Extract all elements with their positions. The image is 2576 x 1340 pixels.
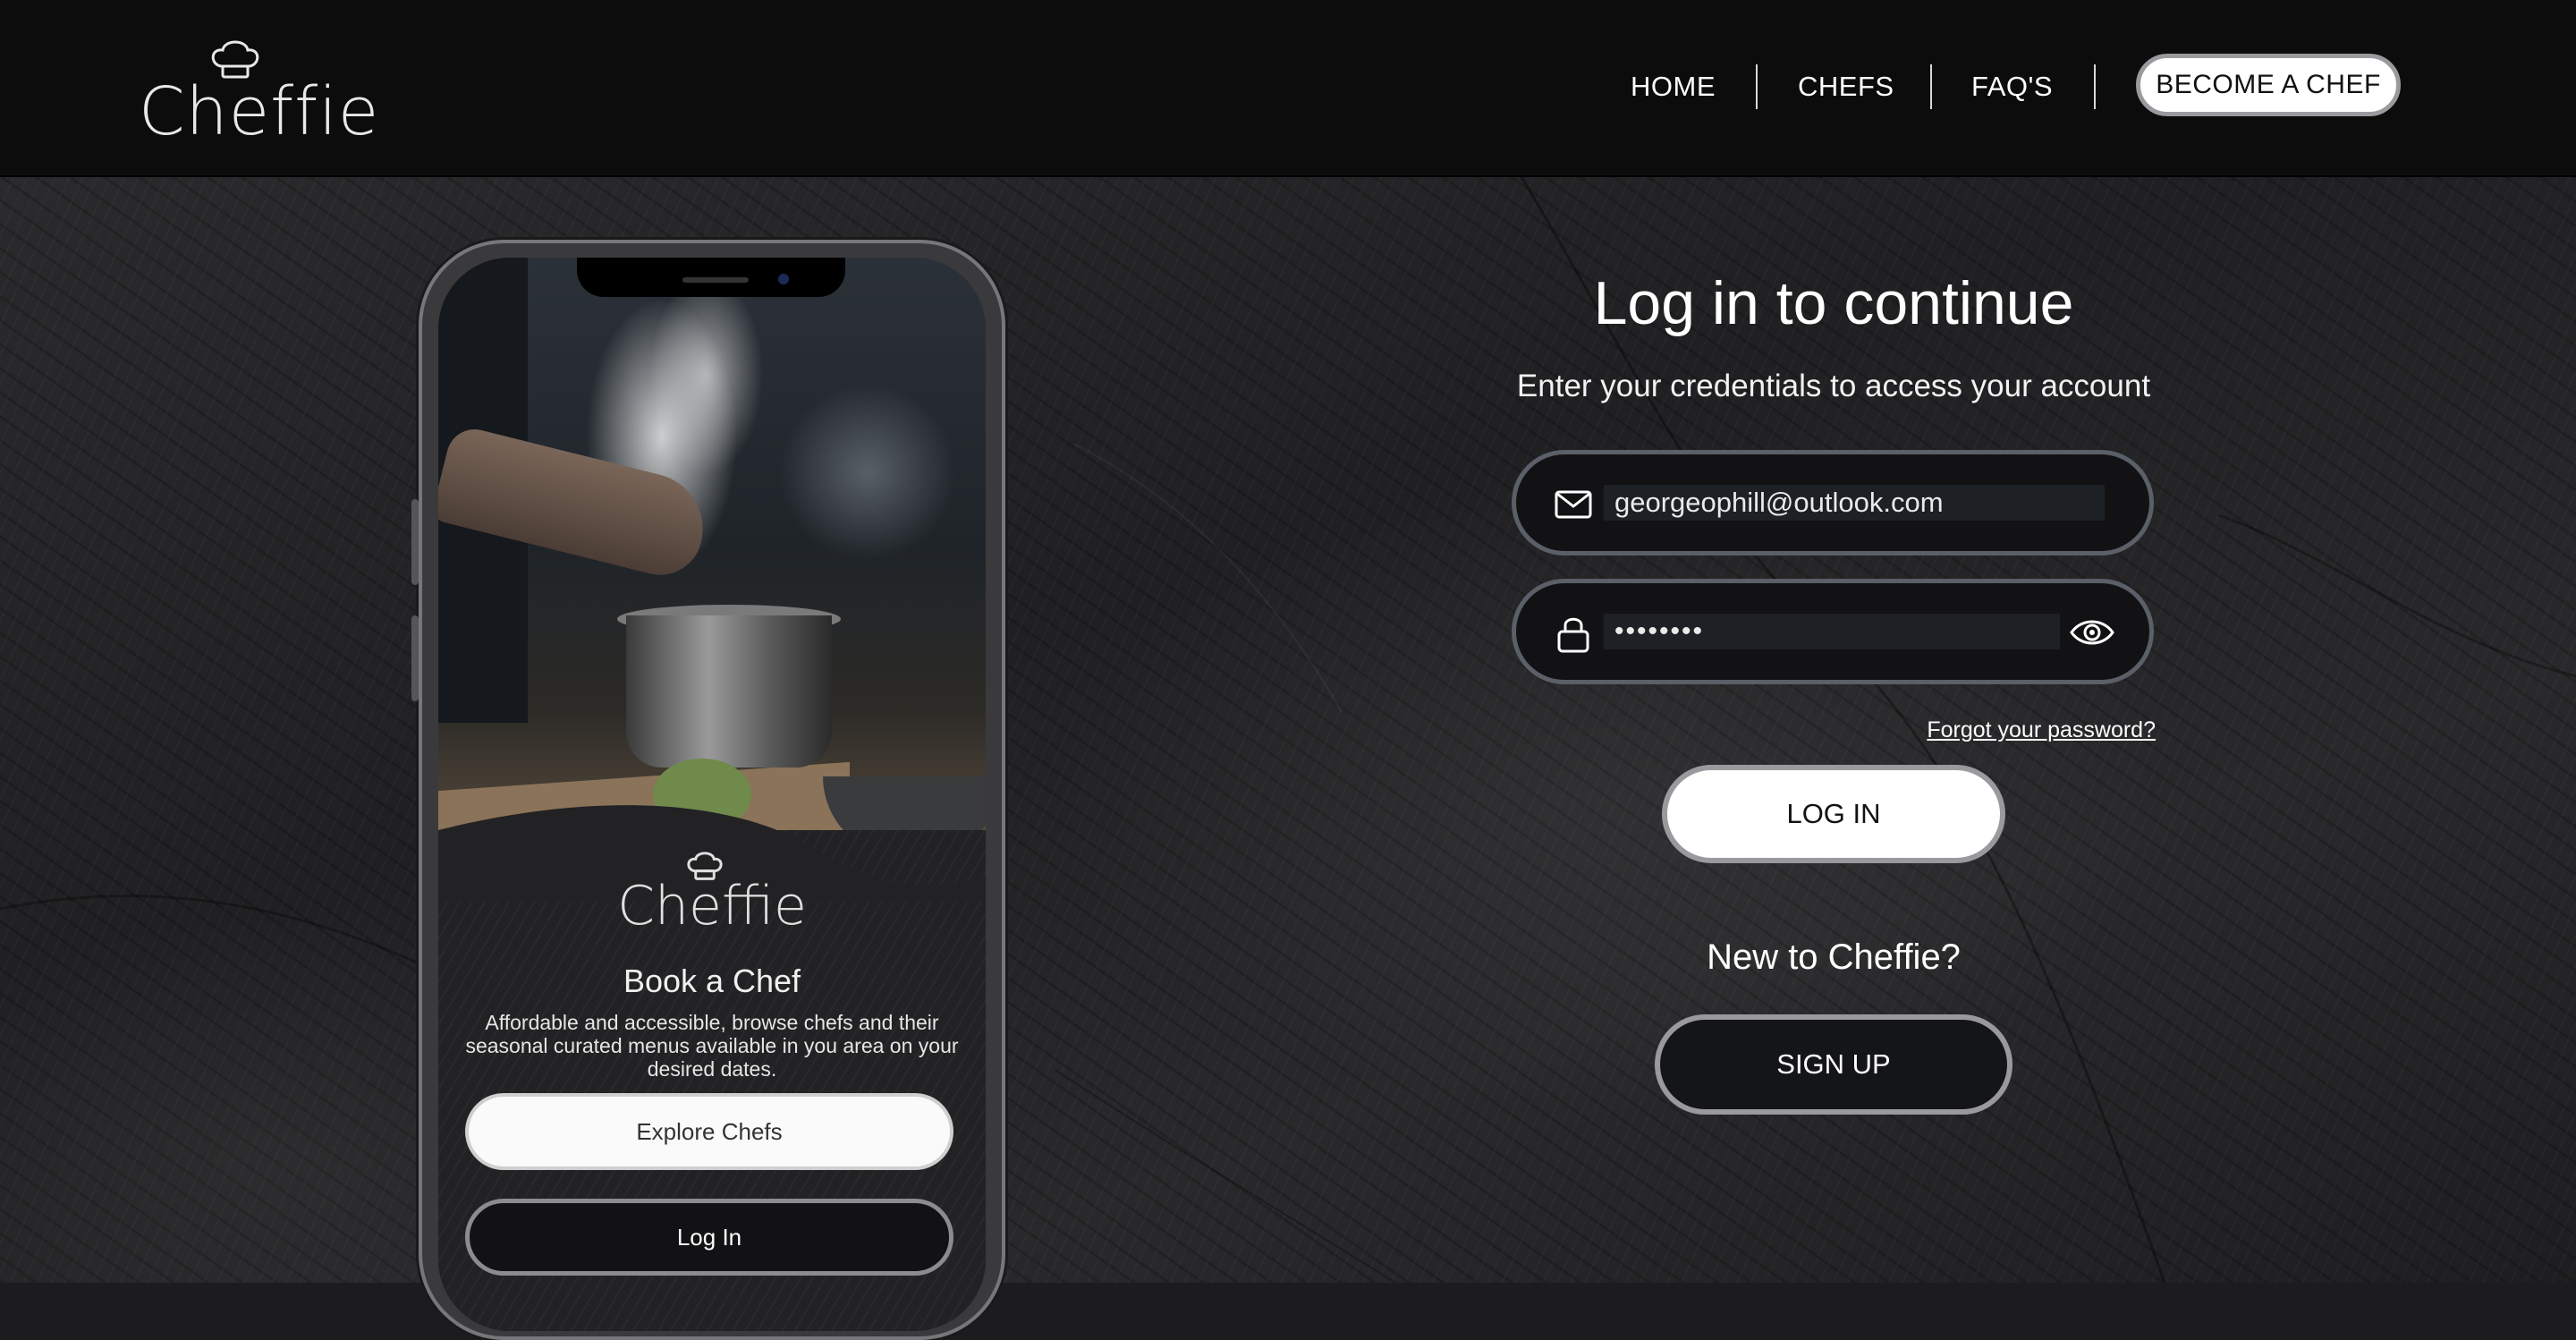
forgot-password-link[interactable]: Forgot your password? [1878, 717, 2156, 743]
phone-description: Affordable and accessible, browse chefs … [465, 1011, 959, 1081]
login-subtitle: Enter your credentials to access your ac… [1516, 369, 2151, 403]
nav-divider [1930, 64, 1932, 109]
nav-home-link[interactable]: HOME [1631, 71, 1716, 103]
phone-brand-name: Cheffie [617, 875, 807, 937]
brand-logo[interactable]: Cheffie [139, 36, 378, 150]
phone-screen: Cheffie Book a Chef Affordable and acces… [438, 258, 986, 1331]
lock-icon [1557, 617, 1589, 653]
password-input[interactable]: •••••••• [1604, 614, 2060, 649]
slate-background [0, 175, 2576, 1283]
phone-title: Book a Chef [623, 963, 801, 999]
become-a-chef-button[interactable]: BECOME A CHEF [2136, 54, 2401, 116]
nav-divider [1756, 64, 1758, 109]
phone-side-button [411, 615, 419, 701]
nav-item-chefs[interactable]: CHEFS [1798, 52, 1894, 122]
new-user-prompt: New to Cheffie? [1707, 937, 1961, 977]
login-button[interactable]: LOG IN [1662, 765, 2005, 863]
nav-item-home[interactable]: HOME [1631, 52, 1716, 122]
envelope-icon [1555, 490, 1592, 519]
slate-cracks [0, 175, 2576, 1283]
nav-chefs-link[interactable]: CHEFS [1798, 71, 1894, 103]
signup-button[interactable]: SIGN UP [1655, 1014, 2012, 1115]
phone-explore-chefs-button: Explore Chefs [465, 1093, 953, 1170]
password-field[interactable]: •••••••• [1512, 579, 2154, 684]
eye-icon[interactable] [2069, 613, 2115, 652]
phone-mockup: Cheffie Book a Chef Affordable and acces… [411, 240, 1005, 1340]
email-input[interactable]: georgeophill@outlook.com [1604, 485, 2105, 521]
phone-login-button: Log In [465, 1199, 953, 1276]
nav-item-faqs[interactable]: FAQ'S [1971, 52, 2053, 122]
phone-side-button [411, 499, 419, 585]
login-title: Log in to continue [1593, 269, 2074, 337]
brand-name: Cheffie [139, 73, 380, 150]
phone-brand-logo: Cheffie [438, 848, 986, 946]
nav-divider [2094, 64, 2096, 109]
top-header: Cheffie HOME CHEFS FAQ'S BECOME A CHEF [0, 0, 2576, 177]
phone-notch [577, 258, 845, 297]
nav-faqs-link[interactable]: FAQ'S [1971, 71, 2053, 103]
email-field[interactable]: georgeophill@outlook.com [1512, 450, 2154, 556]
